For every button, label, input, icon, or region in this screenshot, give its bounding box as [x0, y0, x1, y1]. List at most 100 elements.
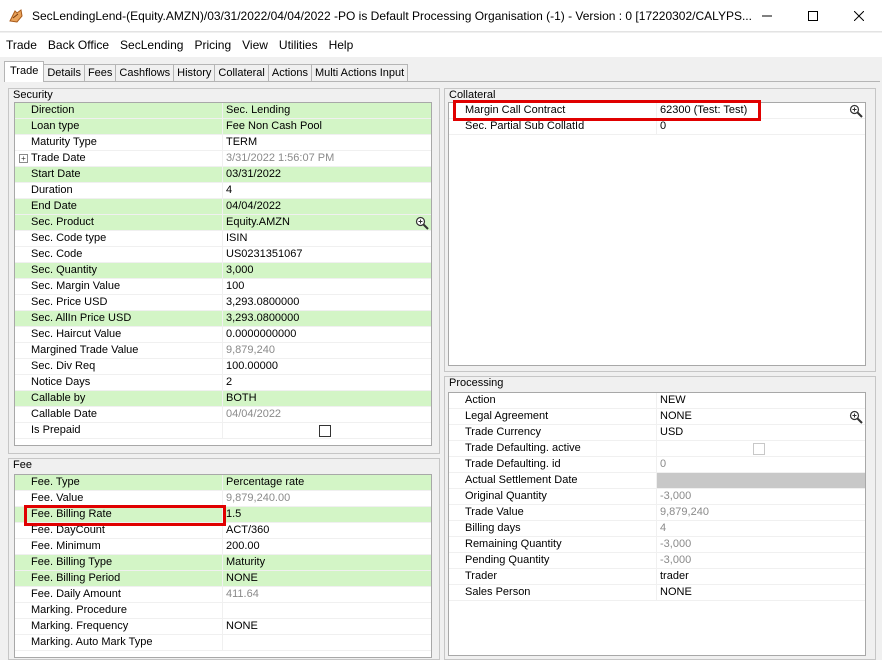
tab-fees[interactable]: Fees: [83, 64, 117, 82]
row-value[interactable]: BOTH: [223, 391, 431, 406]
menu-seclending[interactable]: SecLending: [115, 34, 188, 56]
row-value[interactable]: USD: [657, 425, 865, 440]
table-row[interactable]: Original Quantity -3,000: [449, 489, 865, 505]
row-value[interactable]: 3,293.0800000: [223, 295, 431, 310]
row-value[interactable]: [657, 473, 865, 488]
row-value-legal-agreement[interactable]: NONE: [657, 409, 865, 424]
table-row[interactable]: Notice Days 2: [15, 375, 431, 391]
table-row[interactable]: Margin Call Contract 62300 (Test: Test): [449, 103, 865, 119]
row-value[interactable]: NONE: [657, 585, 865, 600]
row-value[interactable]: 100.00000: [223, 359, 431, 374]
row-value[interactable]: 4: [657, 521, 865, 536]
row-value[interactable]: 411.64: [223, 587, 431, 602]
table-row[interactable]: Marking. Frequency NONE: [15, 619, 431, 635]
tab-details[interactable]: Details: [43, 64, 85, 82]
table-row[interactable]: Sec. Price USD 3,293.0800000: [15, 295, 431, 311]
row-value[interactable]: 4: [223, 183, 431, 198]
row-value[interactable]: 3,000: [223, 263, 431, 278]
row-value[interactable]: NEW: [657, 393, 865, 408]
row-value[interactable]: TERM: [223, 135, 431, 150]
table-row[interactable]: Sec. AllIn Price USD 3,293.0800000: [15, 311, 431, 327]
row-value[interactable]: -3,000: [657, 553, 865, 568]
table-row[interactable]: Fee. Value 9,879,240.00: [15, 491, 431, 507]
table-row[interactable]: Pending Quantity -3,000: [449, 553, 865, 569]
maximize-button[interactable]: [790, 0, 836, 32]
table-row[interactable]: Fee. Billing Type Maturity: [15, 555, 431, 571]
menu-trade[interactable]: Trade: [1, 34, 42, 56]
is-prepaid-checkbox[interactable]: [319, 425, 331, 437]
zoom-in-icon[interactable]: [849, 104, 863, 118]
table-row[interactable]: Sec. Code type ISIN: [15, 231, 431, 247]
table-row[interactable]: Remaining Quantity -3,000: [449, 537, 865, 553]
table-row[interactable]: Sec. Haircut Value 0.0000000000: [15, 327, 431, 343]
table-row[interactable]: Actual Settlement Date: [449, 473, 865, 489]
row-value[interactable]: ISIN: [223, 231, 431, 246]
table-row[interactable]: Fee. Type Percentage rate: [15, 475, 431, 491]
table-row[interactable]: Sec. Margin Value 100: [15, 279, 431, 295]
row-value-is-prepaid[interactable]: [223, 423, 431, 438]
table-row[interactable]: Sec. Code US0231351067: [15, 247, 431, 263]
row-value[interactable]: NONE: [223, 619, 431, 634]
row-value[interactable]: Maturity: [223, 555, 431, 570]
table-row[interactable]: Trade Defaulting. id 0: [449, 457, 865, 473]
table-row[interactable]: Margined Trade Value 9,879,240: [15, 343, 431, 359]
row-value[interactable]: 100: [223, 279, 431, 294]
row-value[interactable]: 3,293.0800000: [223, 311, 431, 326]
row-value[interactable]: 9,879,240.00: [223, 491, 431, 506]
table-row[interactable]: Billing days 4: [449, 521, 865, 537]
tab-multi-actions-input[interactable]: Multi Actions Input: [310, 64, 409, 82]
row-value[interactable]: 200.00: [223, 539, 431, 554]
row-value[interactable]: 2: [223, 375, 431, 390]
table-row[interactable]: Loan type Fee Non Cash Pool: [15, 119, 431, 135]
menu-utilities[interactable]: Utilities: [274, 34, 323, 56]
table-row[interactable]: Fee. DayCount ACT/360: [15, 523, 431, 539]
row-value[interactable]: 0: [657, 457, 865, 472]
close-button[interactable]: [836, 0, 882, 32]
row-value[interactable]: 04/04/2022: [223, 407, 431, 422]
tab-history[interactable]: History: [173, 64, 216, 82]
row-value[interactable]: NONE: [223, 571, 431, 586]
expand-icon[interactable]: +: [19, 154, 28, 163]
row-value[interactable]: 1.5: [223, 507, 431, 522]
row-value[interactable]: Percentage rate: [223, 475, 431, 490]
zoom-in-icon[interactable]: [415, 216, 429, 230]
table-row[interactable]: Fee. Daily Amount 411.64: [15, 587, 431, 603]
row-value-defaulting-active[interactable]: [657, 441, 865, 456]
table-row[interactable]: Fee. Billing Rate 1.5: [15, 507, 431, 523]
row-value[interactable]: -3,000: [657, 489, 865, 504]
tab-trade[interactable]: Trade: [4, 61, 45, 82]
row-value[interactable]: [223, 603, 431, 618]
table-row[interactable]: Sec. Div Req 100.00000: [15, 359, 431, 375]
table-row[interactable]: Fee. Billing Period NONE: [15, 571, 431, 587]
table-row[interactable]: Legal Agreement NONE: [449, 409, 865, 425]
row-value[interactable]: US0231351067: [223, 247, 431, 262]
row-value[interactable]: 0.0000000000: [223, 327, 431, 342]
table-row[interactable]: Marking. Auto Mark Type: [15, 635, 431, 651]
table-row[interactable]: Sec. Partial Sub CollatId 0: [449, 119, 865, 135]
menu-view[interactable]: View: [237, 34, 273, 56]
row-value[interactable]: 9,879,240: [657, 505, 865, 520]
defaulting-active-checkbox[interactable]: [753, 443, 765, 455]
table-row[interactable]: Start Date 03/31/2022: [15, 167, 431, 183]
tab-collateral[interactable]: Collateral: [214, 64, 269, 82]
tab-actions[interactable]: Actions: [267, 64, 312, 82]
row-value[interactable]: 9,879,240: [223, 343, 431, 358]
row-value[interactable]: ACT/360: [223, 523, 431, 538]
zoom-in-icon[interactable]: [849, 410, 863, 424]
table-row[interactable]: + Trade Date 3/31/2022 1:56:07 PM: [15, 151, 431, 167]
row-value-margin-call[interactable]: 62300 (Test: Test): [657, 103, 865, 118]
table-row[interactable]: Trade Currency USD: [449, 425, 865, 441]
table-row[interactable]: End Date 04/04/2022: [15, 199, 431, 215]
row-value[interactable]: [223, 635, 431, 650]
table-row[interactable]: Action NEW: [449, 393, 865, 409]
table-row[interactable]: Callable by BOTH: [15, 391, 431, 407]
table-row[interactable]: Direction Sec. Lending: [15, 103, 431, 119]
menu-help[interactable]: Help: [324, 34, 359, 56]
row-value[interactable]: -3,000: [657, 537, 865, 552]
row-value[interactable]: Sec. Lending: [223, 103, 431, 118]
table-row[interactable]: Duration 4: [15, 183, 431, 199]
row-value[interactable]: 0: [657, 119, 865, 134]
table-row[interactable]: Trade Value 9,879,240: [449, 505, 865, 521]
menu-back-office[interactable]: Back Office: [43, 34, 114, 56]
row-value[interactable]: trader: [657, 569, 865, 584]
